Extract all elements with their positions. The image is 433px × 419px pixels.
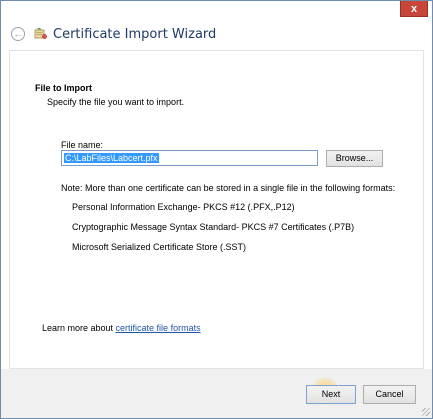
certificate-import-wizard-window: x ← Certificate Import Wizard File to Im… [0,0,433,419]
back-arrow-icon: ← [13,28,23,39]
format-item-p7b: Cryptographic Message Syntax Standard- P… [72,222,355,232]
page-subheading: Specify the file you want to import. [47,97,185,107]
file-name-label: File name: [61,140,104,150]
cancel-button[interactable]: Cancel [363,385,416,404]
file-name-value: C:\LabFiles\Labcert.pfx [64,153,159,163]
close-icon: x [410,2,418,15]
title-bar: x [1,1,432,19]
learn-more-text: Learn more about certificate file format… [42,323,201,333]
browse-button[interactable]: Browse... [326,150,383,167]
certificate-wizard-icon [34,27,47,39]
file-name-input[interactable]: C:\LabFiles\Labcert.pfx [61,150,318,166]
back-button[interactable]: ← [11,27,25,41]
learn-more-prefix: Learn more about [42,323,116,333]
certificate-formats-link[interactable]: certificate file formats [116,323,201,333]
close-button[interactable]: x [400,1,428,17]
format-item-sst: Microsoft Serialized Certificate Store (… [72,242,247,252]
wizard-title: Certificate Import Wizard [53,27,217,42]
wizard-header: ← Certificate Import Wizard [1,19,432,49]
page-heading: File to Import [35,83,92,93]
resize-grip[interactable] [422,408,430,416]
next-button[interactable]: Next [306,385,356,404]
format-item-pfx: Personal Information Exchange- PKCS #12 … [72,202,295,212]
formats-note: Note: More than one certificate can be s… [61,183,396,193]
